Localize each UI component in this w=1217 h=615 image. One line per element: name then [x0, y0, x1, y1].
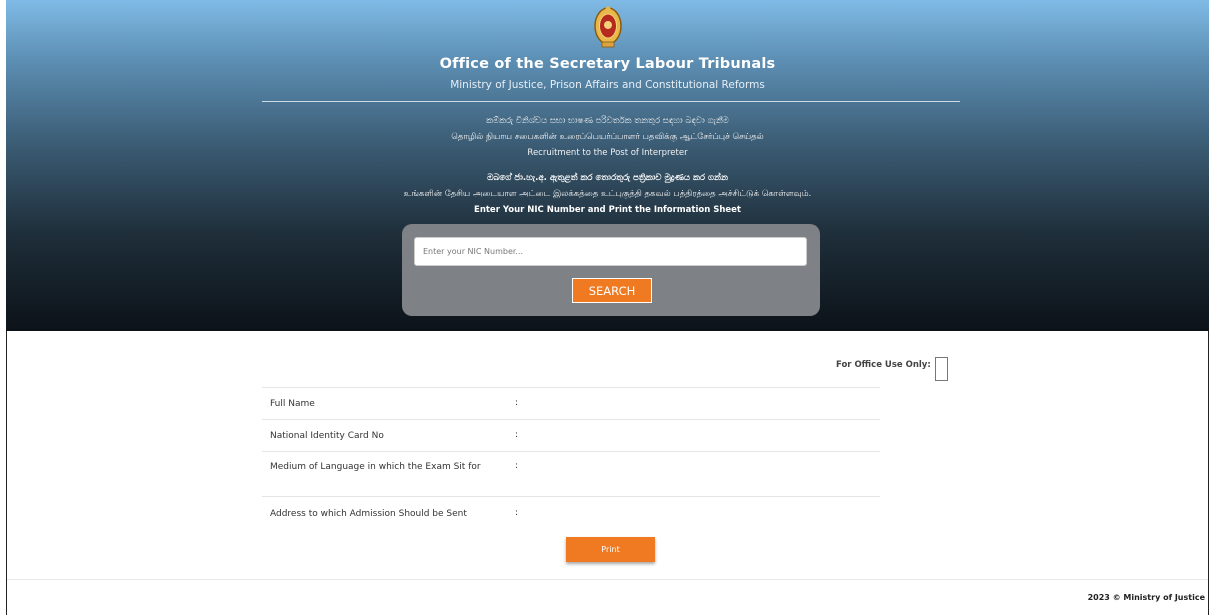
national-emblem-icon — [594, 6, 622, 48]
details-label: Full Name — [270, 399, 315, 409]
print-button[interactable]: Print — [566, 537, 655, 562]
page-subtitle: Ministry of Justice, Prison Affairs and … — [450, 79, 765, 91]
details-value: : — [515, 430, 519, 440]
details-label: Medium of Language in which the Exam Sit… — [270, 462, 481, 472]
details-row-full-name: Full Name : — [262, 388, 880, 420]
page-title: Office of the Secretary Labour Tribunals — [439, 56, 776, 72]
details-value: : — [515, 398, 519, 408]
details-label: Address to which Admission Should be Sen… — [270, 509, 467, 519]
details-row-address: Address to which Admission Should be Sen… — [262, 497, 880, 528]
details-label: National Identity Card No — [270, 431, 384, 441]
instruction-tamil: உங்களின் தேசிய அடையாள அட்டை இலக்கத்தை உட… — [403, 189, 812, 199]
nic-search-input[interactable] — [414, 237, 807, 266]
details-table: Full Name : National Identity Card No : … — [262, 387, 880, 528]
instruction-english: Enter Your NIC Number and Print the Info… — [474, 205, 741, 215]
footer-copyright: 2023 © Ministry of Justice — [1087, 593, 1205, 602]
header-banner: Office of the Secretary Labour Tribunals… — [6, 0, 1209, 331]
recruitment-line-sinhala: කම්කරු විනිශ්චය සභා භාෂණ පරිවර්තක තනතුර … — [486, 116, 729, 126]
instruction-sinhala: ඔබගේ ජා.හැ.අ. ඇතුළත් කර තොරතුරු පත්‍රිකා… — [487, 173, 728, 183]
search-button[interactable]: SEARCH — [572, 278, 652, 303]
office-use-label: For Office Use Only: — [836, 360, 931, 370]
office-use-box — [935, 357, 948, 381]
details-row-nic: National Identity Card No : — [262, 420, 880, 452]
search-panel: SEARCH — [402, 224, 820, 316]
details-row-medium: Medium of Language in which the Exam Sit… — [262, 452, 880, 497]
footer-divider — [7, 579, 1208, 580]
recruitment-line-english: Recruitment to the Post of Interpreter — [527, 148, 688, 158]
details-value: : — [515, 461, 519, 471]
details-value: : — [515, 508, 519, 518]
recruitment-line-tamil: தொழில் நியாய சபைகளின் உரைப்பெயர்ப்பாளர் … — [451, 132, 764, 142]
header-divider — [262, 101, 960, 102]
